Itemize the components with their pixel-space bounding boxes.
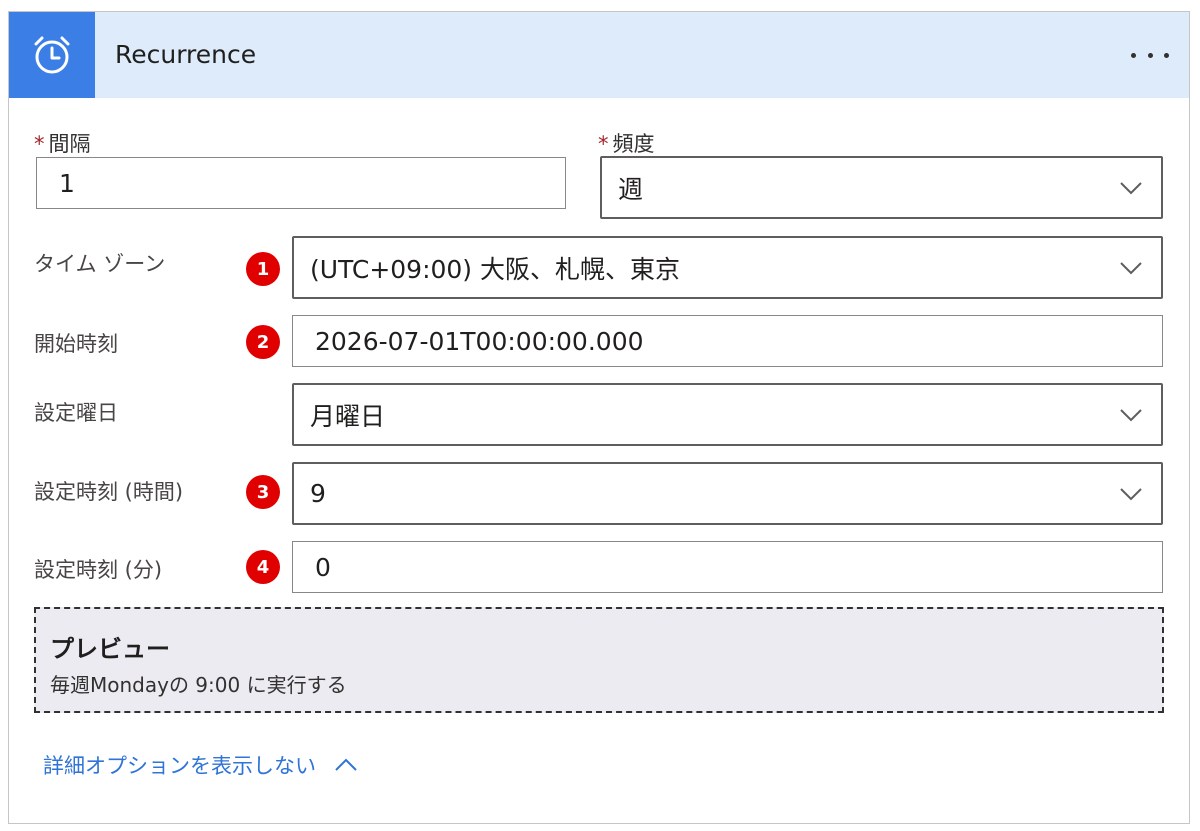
callout-badge-1: 1: [246, 252, 280, 286]
header-icon-box: [9, 12, 95, 98]
interval-label-text: 間隔: [48, 132, 91, 156]
callout-badge-2: 2: [246, 325, 280, 359]
more-ellipsis-dot: [1164, 52, 1169, 58]
weekday-value: 月曜日: [310, 401, 386, 431]
weekday-dropdown[interactable]: 月曜日: [292, 383, 1163, 446]
hours-dropdown[interactable]: 9: [292, 462, 1163, 525]
frequency-value: 週: [618, 174, 644, 204]
chevron-down-icon: [1120, 261, 1142, 274]
recurrence-card: Recurrence * 間隔 1 * 頻度 週 タイム ゾーン 1 (UTC+09…: [8, 11, 1190, 824]
more-options-button[interactable]: [1127, 37, 1173, 73]
more-ellipsis-dot: [1147, 52, 1153, 58]
interval-input[interactable]: 1: [36, 157, 566, 209]
preview-box: プレビュー 毎週Mondayの 9:00 に実行する: [34, 607, 1164, 713]
frequency-label-text: 頻度: [612, 132, 655, 156]
callout-badge-3: 3: [246, 475, 280, 509]
minutes-value: 0: [315, 552, 331, 582]
callout-badge-4: 4: [246, 550, 280, 584]
timezone-dropdown[interactable]: (UTC+09:00) 大阪、札幌、東京: [292, 236, 1163, 299]
preview-text: 毎週Mondayの 9:00 に実行する: [50, 673, 347, 697]
timezone-value: (UTC+09:00) 大阪、札幌、東京: [310, 254, 681, 284]
card-header[interactable]: Recurrence: [9, 12, 1189, 98]
frequency-dropdown[interactable]: 週: [600, 156, 1163, 219]
hours-label: 設定時刻 (時間): [34, 480, 184, 504]
weekday-label: 設定曜日: [34, 401, 118, 425]
card-title: Recurrence: [115, 40, 257, 69]
chevron-down-icon: [1120, 487, 1142, 500]
minutes-input[interactable]: 0: [292, 541, 1163, 593]
start-time-input[interactable]: 2026-07-01T00:00:00.000: [292, 315, 1163, 367]
more-ellipsis-icon: [1131, 52, 1136, 58]
minutes-label: 設定時刻 (分): [34, 558, 163, 582]
hours-value: 9: [310, 479, 326, 508]
interval-label: * 間隔: [34, 128, 91, 158]
start-time-value: 2026-07-01T00:00:00.000: [315, 326, 644, 356]
advanced-options-label: 詳細オプションを表示しない: [43, 754, 316, 778]
alarm-clock-icon: [34, 36, 70, 74]
required-marker: *: [598, 132, 609, 156]
hide-advanced-options-link[interactable]: 詳細オプションを表示しない: [43, 750, 358, 780]
chevron-down-icon: [1120, 408, 1142, 421]
timezone-label: タイム ゾーン: [34, 252, 166, 276]
interval-value: 1: [59, 168, 75, 198]
required-marker: *: [34, 132, 45, 156]
chevron-up-icon: [335, 758, 357, 771]
frequency-label: * 頻度: [598, 128, 655, 158]
chevron-down-icon: [1120, 181, 1142, 194]
preview-title: プレビュー: [50, 635, 170, 663]
start-time-label: 開始時刻: [34, 332, 118, 356]
